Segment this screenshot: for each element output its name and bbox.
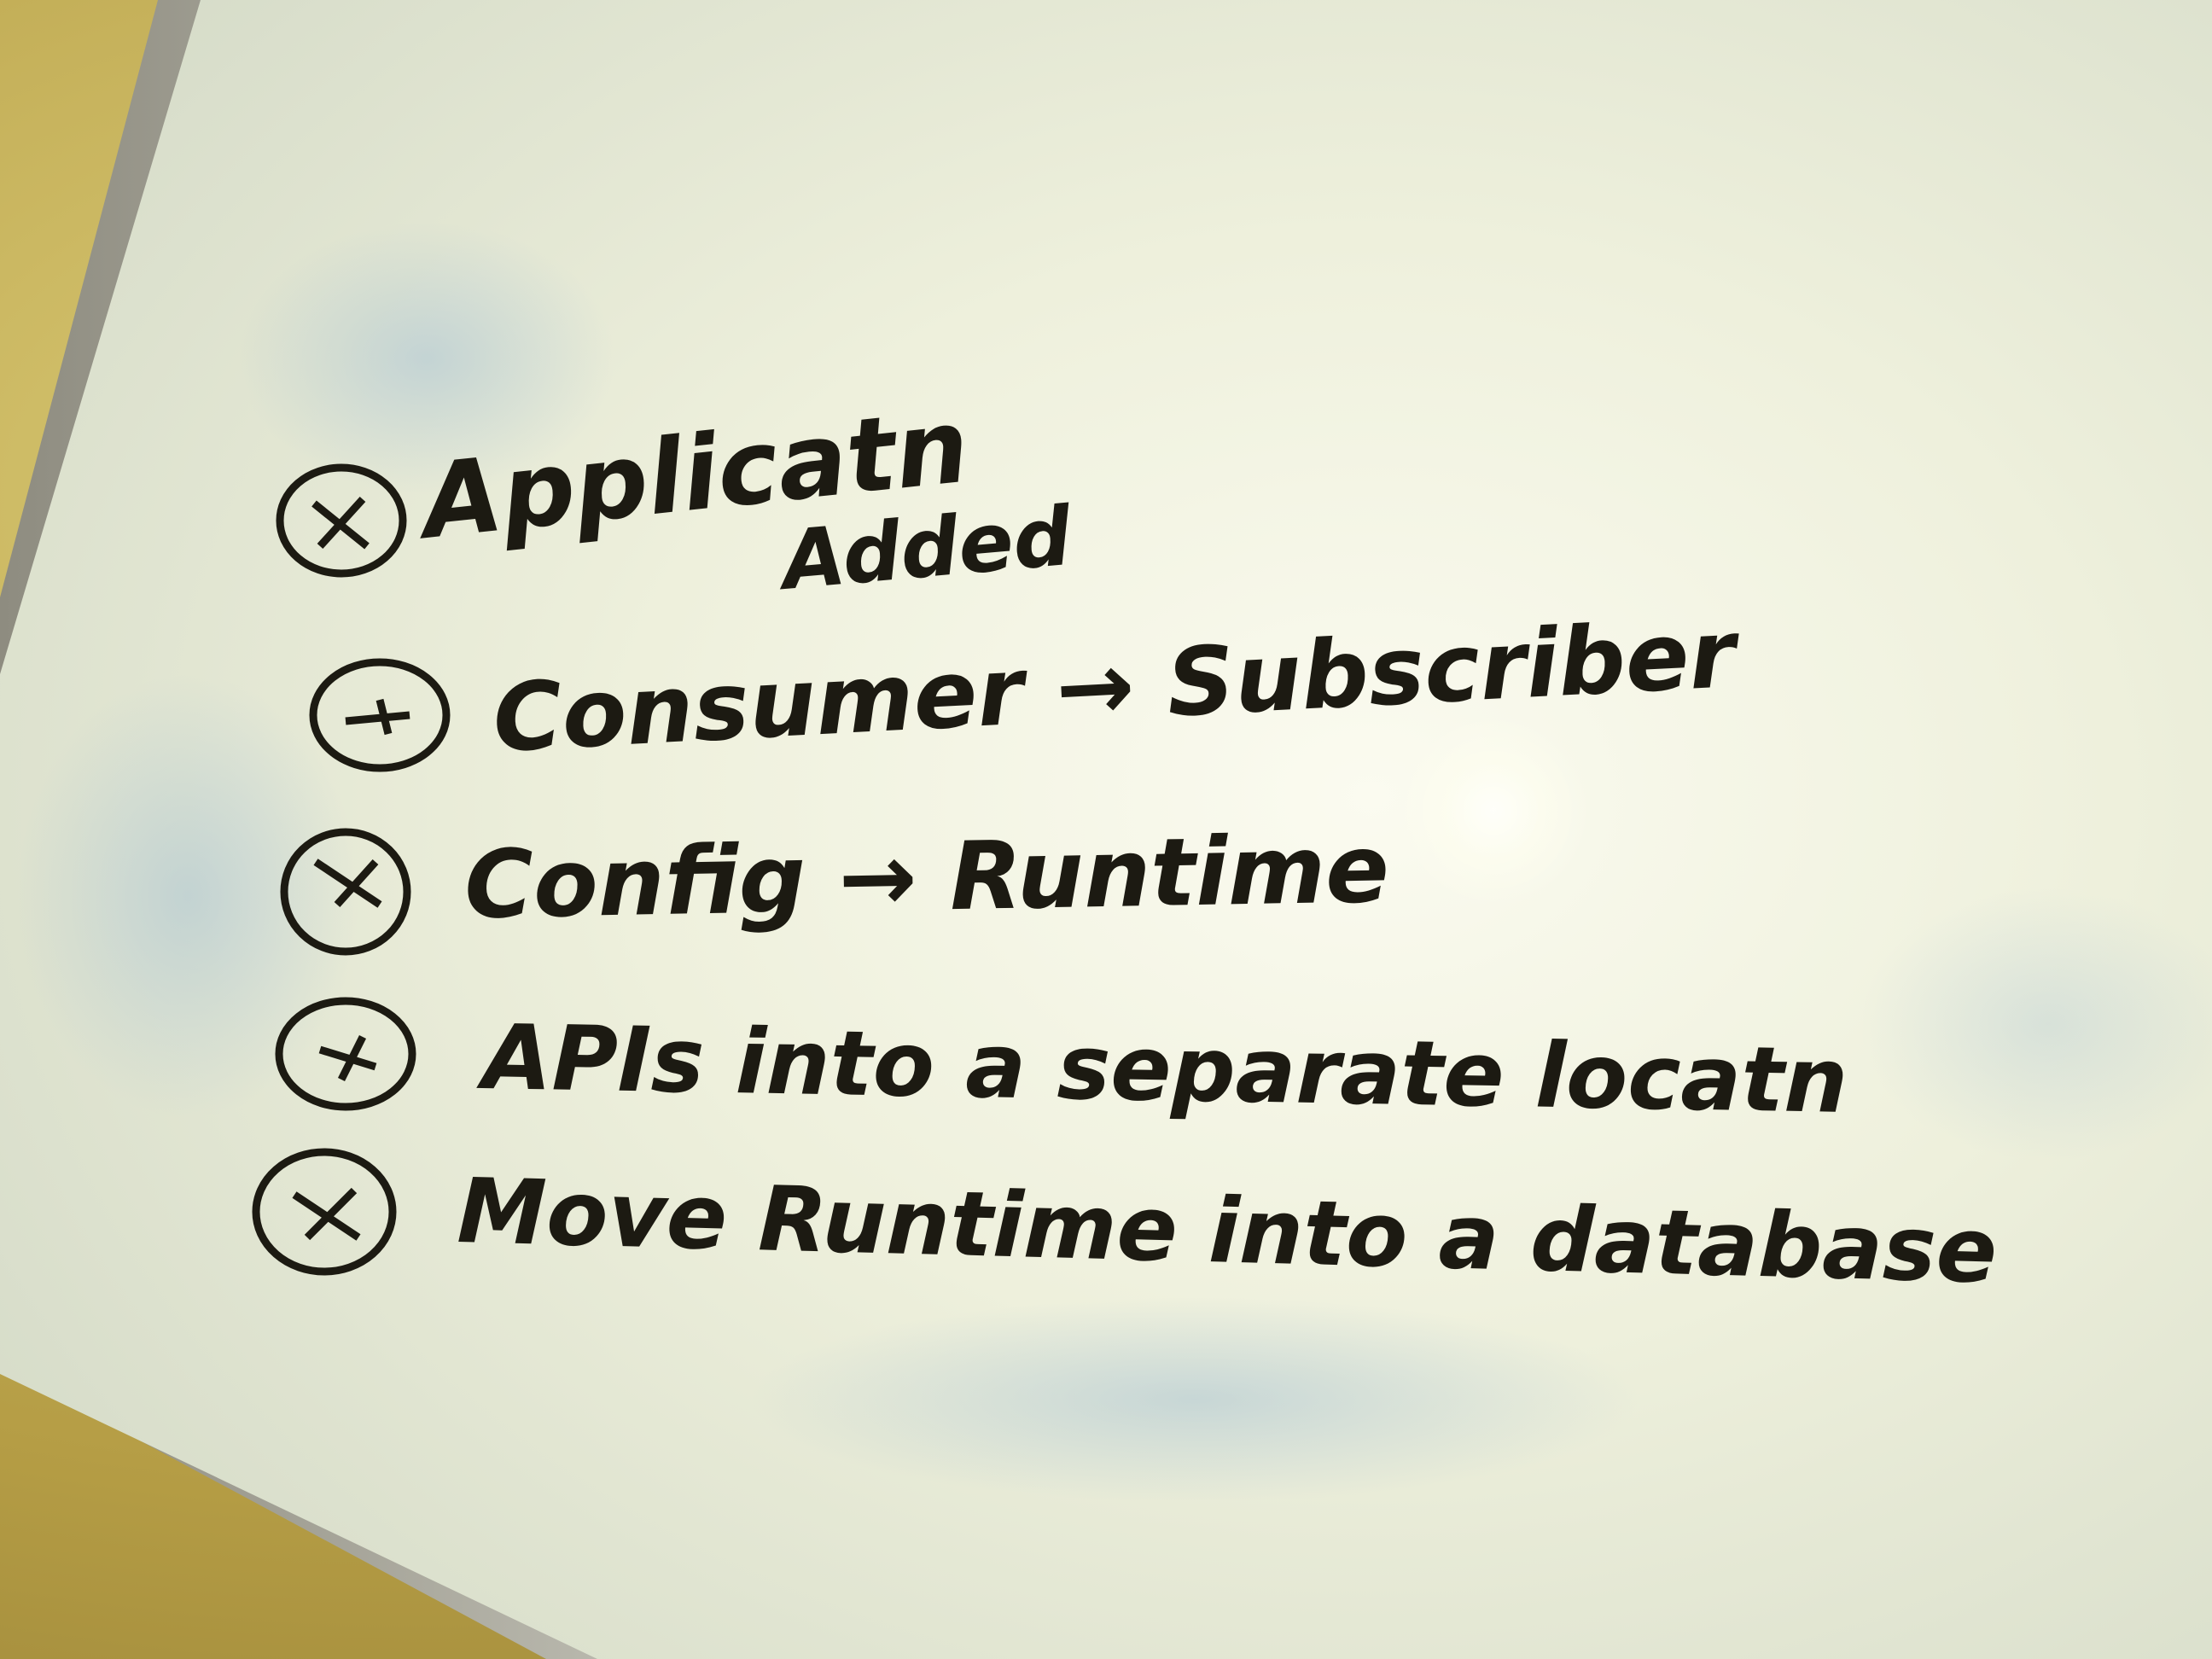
whiteboard: Applicatn Added Consumer → Subscriber Co…: [0, 0, 2212, 1659]
photo-scene: Applicatn Added Consumer → Subscriber Co…: [0, 0, 2212, 1659]
item-3-text: Config → Runtime: [463, 814, 1390, 940]
